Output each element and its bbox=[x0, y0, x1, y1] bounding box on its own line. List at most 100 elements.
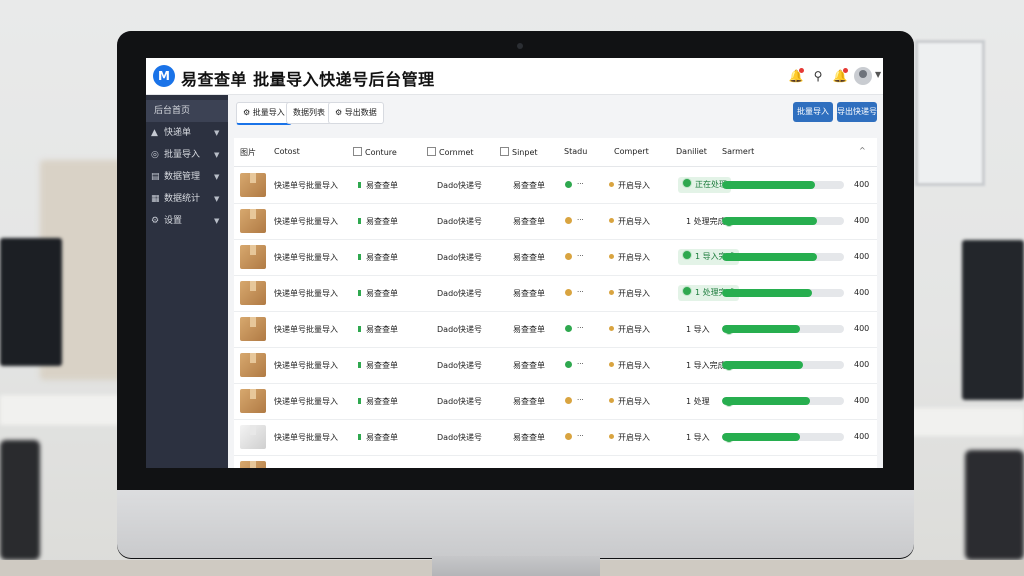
order-name: 快递单号批量导入 bbox=[274, 289, 338, 298]
status-text: ··· bbox=[577, 252, 584, 260]
person-name: 易查查单 bbox=[366, 217, 398, 226]
sort-icon[interactable]: ^ bbox=[859, 146, 866, 155]
company-name: 易查查单 bbox=[513, 325, 545, 334]
column-header[interactable]: Conture bbox=[353, 147, 397, 157]
tracking-code: Dado快递号 bbox=[437, 433, 483, 442]
tracking-code: Dado快递号 bbox=[437, 217, 483, 226]
app-logo[interactable]: M bbox=[153, 65, 175, 87]
background-desk-left bbox=[0, 395, 120, 425]
tab-export[interactable]: ⚙ 导出数据 bbox=[328, 102, 384, 124]
person-name: 易查查单 bbox=[366, 181, 398, 190]
table-row[interactable]: 快递单号批量导入 易查查单 Dado快递号 易查查单 ··· 开启导入 1 处理完成 400 bbox=[234, 203, 877, 240]
column-header[interactable]: Stadu bbox=[564, 147, 587, 156]
status-dot-icon bbox=[565, 361, 572, 368]
item-count: 400 bbox=[854, 288, 870, 297]
table-row[interactable]: 快递单号批量导入 易查查单 Dado快递号 易查查单 ··· 开启导入 1 导入完成 400 bbox=[234, 239, 877, 276]
state-text: 开启导入 bbox=[618, 217, 650, 226]
background-chair-left bbox=[0, 440, 40, 560]
progress-fill bbox=[722, 253, 818, 261]
status-dot-icon bbox=[565, 253, 572, 260]
table-row[interactable]: 快递单号批量导入 易查查单 Dado快递号 易查查单 ··· 开启导入 1 导入 400 bbox=[234, 311, 877, 348]
status-icon bbox=[609, 290, 614, 295]
item-count: 400 bbox=[854, 360, 870, 369]
data-icon: ▤ bbox=[151, 172, 160, 182]
chevron-down-icon: ▼ bbox=[214, 151, 220, 159]
checkbox-icon bbox=[353, 147, 362, 156]
column-header[interactable]: Compert bbox=[614, 147, 649, 156]
tracking-code: Dado快递号 bbox=[437, 361, 483, 370]
tracking-code: Dado快递号 bbox=[437, 253, 483, 262]
indicator-icon bbox=[358, 398, 361, 404]
status-dot-icon bbox=[565, 397, 572, 404]
sidebar-item-stats[interactable]: ▦ 数据统计 ▼ bbox=[146, 188, 228, 210]
indicator-icon bbox=[358, 434, 361, 440]
app-window: M 易查查单 批量导入快递号后台管理 🔔 ⚲ 🔔 ▼ 后台首页 ▲ 快递单 ▼ … bbox=[146, 58, 883, 468]
order-name: 快递单号批量导入 bbox=[274, 433, 338, 442]
import-button[interactable]: 批量导入 bbox=[793, 102, 833, 122]
monitor-stand bbox=[432, 556, 600, 576]
status-text: ··· bbox=[577, 288, 584, 296]
sidebar-item-settings[interactable]: ⚙ 设置 ▼ bbox=[146, 210, 228, 232]
monitor-chin bbox=[117, 490, 914, 558]
state-text: 开启导入 bbox=[618, 325, 650, 334]
table-row[interactable]: 快递单号批量导入 易查查单 Dado快递号 易查查单 ··· 开启导入 1 导入完成 400 bbox=[234, 347, 877, 384]
status-dot-icon bbox=[565, 217, 572, 224]
export-button[interactable]: 导出快递号 bbox=[837, 102, 877, 122]
package-image bbox=[240, 281, 266, 305]
sidebar-item-import[interactable]: ◎ 批量导入 ▼ bbox=[146, 144, 228, 166]
state-text: 开启导入 bbox=[618, 253, 650, 262]
background-monitor-left bbox=[0, 238, 62, 366]
chevron-down-icon[interactable]: ▼ bbox=[875, 70, 881, 79]
table-header: 图片 Cotost Conture Cornmet Sinpet Stadu C… bbox=[234, 138, 877, 167]
table-row[interactable]: 快递单号批量导入 易查查单 Dado快递号 易查查单 ··· 开启导入 正在处理 400 bbox=[234, 167, 877, 204]
tab-list[interactable]: 数据列表 bbox=[286, 102, 332, 124]
sidebar-item-data[interactable]: ▤ 数据管理 ▼ bbox=[146, 166, 228, 188]
tracking-code: Dado快递号 bbox=[437, 181, 483, 190]
status-icon bbox=[609, 182, 614, 187]
column-header[interactable]: 图片 bbox=[240, 147, 256, 158]
state-text: 开启导入 bbox=[618, 361, 650, 370]
column-header[interactable]: Sarmert bbox=[722, 147, 754, 156]
background-chair-right bbox=[965, 450, 1024, 560]
status-badge: 1 导入 bbox=[686, 325, 710, 334]
sidebar-item-home[interactable]: 后台首页 bbox=[146, 100, 228, 122]
person-name: 易查查单 bbox=[366, 433, 398, 442]
column-header[interactable]: Cotost bbox=[274, 147, 300, 156]
progress-fill bbox=[722, 433, 801, 441]
checkbox-icon bbox=[500, 147, 509, 156]
app-title: 易查查单 批量导入快递号后台管理 bbox=[181, 70, 435, 89]
sidebar-item-label: 快递单 bbox=[164, 128, 192, 138]
bell-icon[interactable]: 🔔 bbox=[788, 68, 804, 84]
table-row[interactable]: 快递单号批量导入易查查单Dado快递号易查查单···开启导入1 导入450 bbox=[234, 455, 877, 468]
order-name: 快递单号批量导入 bbox=[274, 325, 338, 334]
tab-import[interactable]: ⚙ 批量导入 bbox=[236, 102, 292, 125]
package-image bbox=[240, 317, 266, 341]
progress-fill bbox=[722, 361, 803, 369]
package-image bbox=[240, 173, 266, 197]
notification-icon[interactable]: 🔔 bbox=[832, 68, 848, 84]
table-row[interactable]: 快递单号批量导入 易查查单 Dado快递号 易查查单 ··· 开启导入 1 导入 400 bbox=[234, 419, 877, 456]
sidebar-item-orders[interactable]: ▲ 快递单 ▼ bbox=[146, 122, 228, 144]
table-row[interactable]: 快递单号批量导入 易查查单 Dado快递号 易查查单 ··· 开启导入 1 处理完成 400 bbox=[234, 275, 877, 312]
person-name: 易查查单 bbox=[366, 361, 398, 370]
table-row[interactable]: 快递单号批量导入 易查查单 Dado快递号 易查查单 ··· 开启导入 1 处理 400 bbox=[234, 383, 877, 420]
progress-fill bbox=[722, 289, 813, 297]
tracking-code: Dado快递号 bbox=[437, 325, 483, 334]
column-header[interactable]: Sinpet bbox=[500, 147, 538, 157]
data-table: 图片 Cotost Conture Cornmet Sinpet Stadu C… bbox=[234, 138, 877, 468]
state-text: 开启导入 bbox=[618, 181, 650, 190]
chevron-down-icon: ▼ bbox=[214, 129, 220, 137]
chevron-down-icon: ▼ bbox=[214, 173, 220, 181]
column-header[interactable]: Cornmet bbox=[427, 147, 474, 157]
status-icon bbox=[609, 362, 614, 367]
order-name: 快递单号批量导入 bbox=[274, 217, 338, 226]
sidebar-item-label: 后台首页 bbox=[154, 106, 191, 116]
avatar[interactable] bbox=[854, 67, 872, 85]
item-count: 400 bbox=[854, 324, 870, 333]
chart-icon: ▦ bbox=[151, 194, 160, 204]
progress-bar bbox=[722, 433, 844, 441]
item-count: 400 bbox=[854, 432, 870, 441]
user-add-icon[interactable]: ⚲ bbox=[810, 68, 826, 84]
column-header[interactable]: Daniliet bbox=[676, 147, 707, 156]
status-text: ··· bbox=[577, 396, 584, 404]
